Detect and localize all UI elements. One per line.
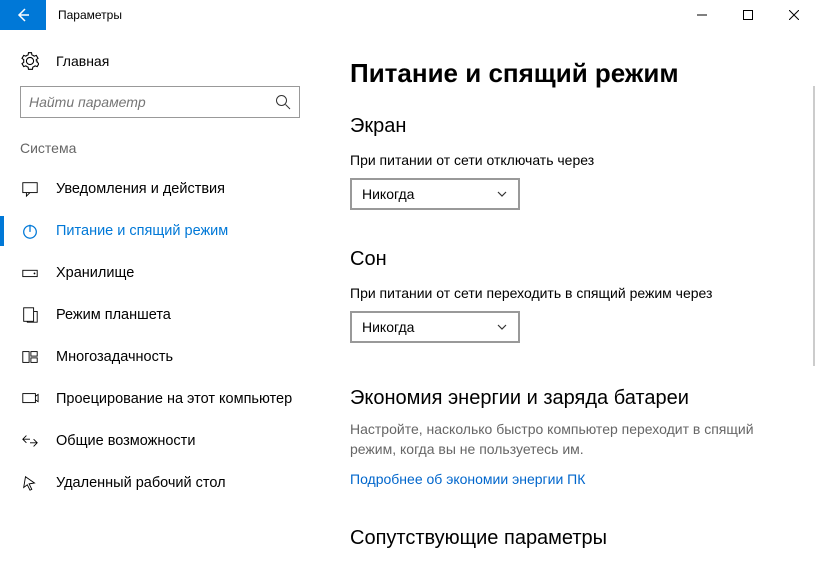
sidebar-item-label: Хранилище <box>56 265 134 281</box>
scrollbar[interactable] <box>811 86 817 579</box>
search-input[interactable] <box>20 86 300 118</box>
sidebar-item-power-sleep[interactable]: Питание и спящий режим <box>0 210 320 252</box>
sidebar-item-label: Режим планшета <box>56 307 171 323</box>
tablet-icon <box>20 306 40 324</box>
home-label: Главная <box>56 53 109 69</box>
dropdown-value: Никогда <box>362 186 414 202</box>
close-button[interactable] <box>771 0 817 30</box>
window-title: Параметры <box>46 0 134 30</box>
minimize-icon <box>697 10 707 20</box>
project-icon <box>20 390 40 408</box>
arrow-left-icon <box>15 7 31 23</box>
sidebar-group-label: Система <box>0 140 320 168</box>
search-field[interactable] <box>29 94 275 110</box>
screen-off-label: При питании от сети отключать через <box>350 152 787 168</box>
sidebar-item-tablet-mode[interactable]: Режим планшета <box>0 294 320 336</box>
sidebar-item-label: Многозадачность <box>56 349 173 365</box>
sidebar-item-storage[interactable]: Хранилище <box>0 252 320 294</box>
sidebar-item-label: Уведомления и действия <box>56 181 225 197</box>
related-heading: Сопутствующие параметры <box>350 527 787 550</box>
home-link[interactable]: Главная <box>0 44 320 86</box>
multitask-icon <box>20 348 40 366</box>
sidebar-item-label: Проецирование на этот компьютер <box>56 391 292 407</box>
sidebar-item-notifications[interactable]: Уведомления и действия <box>0 168 320 210</box>
main-content: Питание и спящий режим Экран При питании… <box>320 30 817 579</box>
sidebar-item-multitasking[interactable]: Многозадачность <box>0 336 320 378</box>
page-title: Питание и спящий режим <box>350 58 787 89</box>
power-icon <box>20 222 40 240</box>
dropdown-value: Никогда <box>362 319 414 335</box>
screen-off-dropdown[interactable]: Никогда <box>350 178 520 210</box>
sleep-label: При питании от сети переходить в спящий … <box>350 285 787 301</box>
gear-icon <box>20 52 40 70</box>
battery-heading: Экономия энергии и заряда батареи <box>350 387 787 410</box>
shared-icon <box>20 432 40 450</box>
maximize-icon <box>743 10 753 20</box>
search-icon <box>275 94 291 110</box>
sleep-dropdown[interactable]: Никогда <box>350 311 520 343</box>
sidebar-item-label: Удаленный рабочий стол <box>56 475 226 491</box>
sidebar-item-projecting[interactable]: Проецирование на этот компьютер <box>0 378 320 420</box>
maximize-button[interactable] <box>725 0 771 30</box>
chevron-down-icon <box>496 188 508 200</box>
sidebar-item-remote-desktop[interactable]: Удаленный рабочий стол <box>0 462 320 504</box>
screen-heading: Экран <box>350 115 787 138</box>
window-controls <box>679 0 817 30</box>
battery-description: Настройте, насколько быстро компьютер пе… <box>350 420 770 459</box>
close-icon <box>789 10 799 20</box>
sleep-heading: Сон <box>350 248 787 271</box>
storage-icon <box>20 264 40 282</box>
battery-learn-more-link[interactable]: Подробнее об экономии энергии ПК <box>350 471 585 487</box>
minimize-button[interactable] <box>679 0 725 30</box>
message-icon <box>20 180 40 198</box>
sidebar-item-label: Общие возможности <box>56 433 195 449</box>
scrollbar-thumb[interactable] <box>813 86 815 366</box>
sidebar-item-shared[interactable]: Общие возможности <box>0 420 320 462</box>
back-button[interactable] <box>0 0 46 30</box>
sidebar: Главная Система Уведомления и действия П… <box>0 30 320 579</box>
remote-icon <box>20 474 40 492</box>
chevron-down-icon <box>496 321 508 333</box>
titlebar: Параметры <box>0 0 817 30</box>
sidebar-item-label: Питание и спящий режим <box>56 223 228 239</box>
